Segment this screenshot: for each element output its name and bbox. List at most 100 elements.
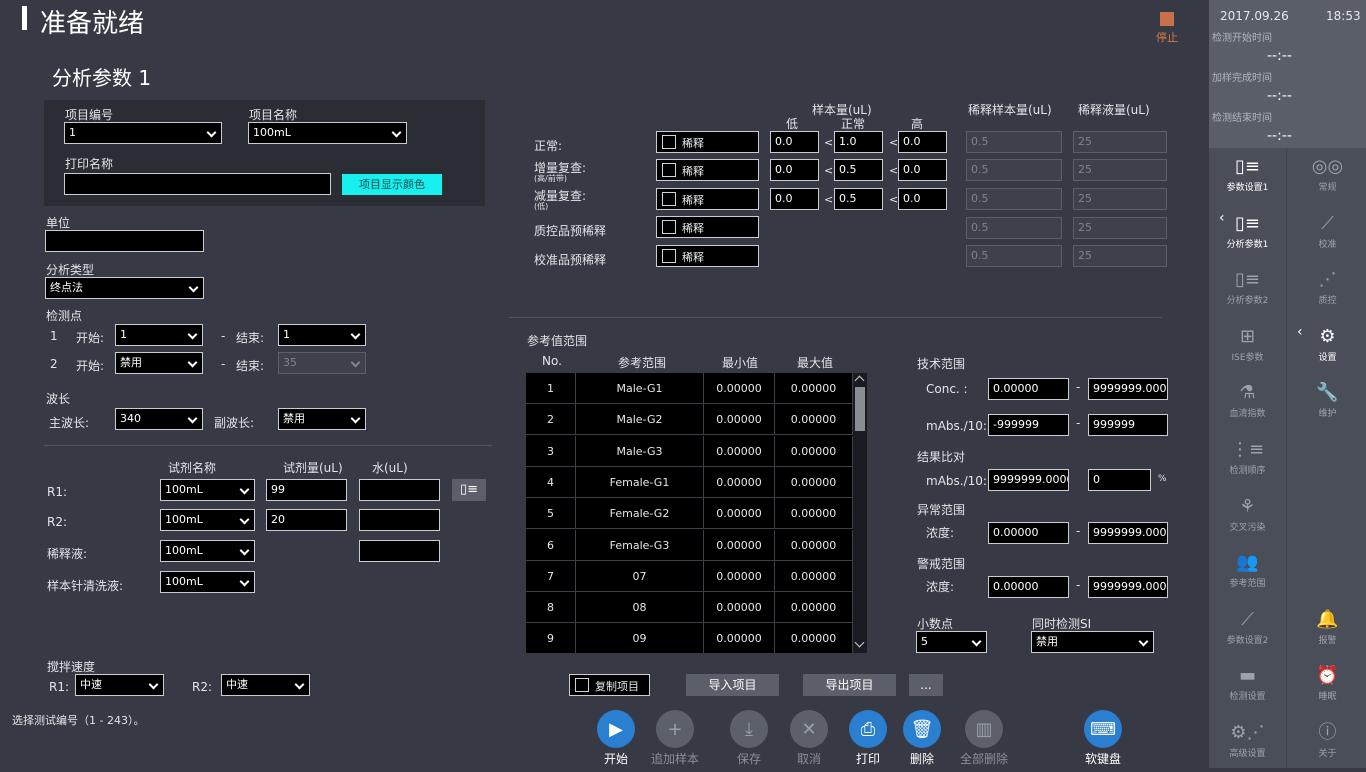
print-name-input[interactable]: [64, 173, 331, 195]
reagent-list-button[interactable]: ▯≡: [452, 479, 486, 501]
sidebar-item-qc[interactable]: ⋰ 质控: [1289, 263, 1366, 319]
normal-normal-input[interactable]: 1.0: [834, 131, 883, 153]
reference-range-icon: 👥: [1236, 552, 1259, 574]
stir-r1-select[interactable]: 中速: [75, 674, 164, 696]
main-wavelength-select[interactable]: 340: [115, 408, 203, 430]
table-row[interactable]: 5 Female-G2 0.00000 0.00000: [526, 498, 853, 530]
detection-row1-end-select[interactable]: 1: [278, 324, 366, 346]
sidebar-item-folder[interactable]: ▬ 检测设置: [1209, 659, 1286, 715]
add-sample-button[interactable]: + 追加样本: [645, 710, 705, 767]
project-name-select[interactable]: 100mL: [248, 122, 407, 144]
normal-low-input[interactable]: 0.0: [770, 131, 819, 153]
normal-dilute-toggle[interactable]: 稀释: [656, 131, 759, 153]
warning-min-input[interactable]: 0.00000: [988, 576, 1069, 598]
project-id-select[interactable]: 1: [64, 122, 222, 144]
sidebar-item-calibration[interactable]: ⟋ 校准: [1289, 207, 1366, 263]
sidebar-item-info[interactable]: ⓘ 关于: [1289, 716, 1366, 772]
project-id-label: 项目编号: [65, 108, 114, 122]
import-project-button[interactable]: 导入项目: [686, 674, 779, 696]
detection-row1-start-select[interactable]: 1: [115, 324, 203, 346]
conc-min-input[interactable]: 0.00000: [988, 378, 1069, 400]
delete-all-button[interactable]: ▥ 全部删除: [954, 710, 1014, 767]
cal-dilute-toggle[interactable]: 稀释: [656, 245, 759, 267]
increase-normal-input[interactable]: 0.5: [834, 159, 883, 181]
normal-high-input[interactable]: 0.0: [898, 131, 947, 153]
r2-water-input[interactable]: [359, 509, 440, 531]
sample-normal-header: 正常: [841, 117, 866, 131]
table-row[interactable]: 2 Male-G2 0.00000 0.00000: [526, 404, 853, 436]
delete-button[interactable]: 🗑 删除: [892, 710, 952, 767]
sidebar-item-ise[interactable]: ⊞ ISE参数: [1209, 320, 1286, 376]
unit-input[interactable]: [45, 230, 204, 252]
sidebar-item-blank: [1289, 546, 1366, 602]
print-button[interactable]: ⎙ 打印: [838, 710, 898, 767]
sidebar-item-label: 维护: [1318, 409, 1337, 420]
decrease-normal-input[interactable]: 0.5: [834, 188, 883, 210]
warning-max-input[interactable]: 9999999.00000: [1088, 576, 1168, 598]
mabs-min-input[interactable]: -999999: [988, 414, 1069, 436]
compare-value-input[interactable]: 9999999.00000: [988, 469, 1069, 491]
sidebar-item-analysis-params2[interactable]: ▯≡ 分析参数2: [1209, 263, 1286, 319]
probe-wash-select[interactable]: 100mL: [160, 571, 255, 593]
conc-max-input[interactable]: 9999999.00000: [1088, 378, 1168, 400]
sidebar-item-alarm[interactable]: 🔔 报警: [1289, 603, 1366, 659]
sidebar-item-cross-contamination[interactable]: ⚘ 交叉污染: [1209, 490, 1286, 546]
sidebar-item-order[interactable]: ⋮≡ 检测顺序: [1209, 433, 1286, 489]
cancel-button[interactable]: ✕ 取消: [779, 710, 839, 767]
sidebar-item-advanced[interactable]: ⚙⋰ 高级设置: [1209, 716, 1286, 772]
increase-high-input[interactable]: 0.0: [898, 159, 947, 181]
sidebar-item-params2[interactable]: ⟋ 参数设置2: [1209, 603, 1286, 659]
table-row[interactable]: 8 08 0.00000 0.00000: [526, 592, 853, 624]
keyboard-button[interactable]: ⌨ 软键盘: [1073, 710, 1133, 767]
stir-r2-select[interactable]: 中速: [221, 674, 310, 696]
sidebar-item-reference-range[interactable]: 👥 参考范围: [1209, 546, 1286, 602]
table-scrollbar[interactable]: [853, 373, 867, 653]
increase-dilute-toggle[interactable]: 稀释: [656, 159, 759, 181]
scroll-down-icon[interactable]: [854, 637, 865, 648]
table-row[interactable]: 9 09 0.00000 0.00000: [526, 623, 853, 653]
analysis-type-select[interactable]: 终点法: [45, 277, 204, 299]
sidebar-item-maintenance[interactable]: 🔧 维护: [1289, 376, 1366, 432]
abnormal-min-input[interactable]: 0.00000: [988, 522, 1069, 544]
status-message: 选择测试编号（1 - 243）。: [12, 714, 145, 727]
sidebar-item-params[interactable]: ▯≡ 参数设置1: [1209, 150, 1286, 206]
r2-reagent-select[interactable]: 100mL: [160, 509, 255, 531]
mabs-max-input[interactable]: 999999: [1088, 414, 1168, 436]
r2-amount-input[interactable]: 20: [266, 509, 347, 531]
table-row[interactable]: 1 Male-G1 0.00000 0.00000: [526, 373, 853, 404]
table-row[interactable]: 4 Female-G1 0.00000 0.00000: [526, 466, 853, 498]
copy-project-toggle[interactable]: 复制项目: [569, 674, 650, 696]
r1-amount-input[interactable]: 99: [266, 479, 347, 501]
table-row[interactable]: 7 07 0.00000 0.00000: [526, 560, 853, 592]
detection-row2-start-select[interactable]: 禁用: [115, 352, 203, 374]
increase-low-input[interactable]: 0.0: [770, 159, 819, 181]
decrease-high-input[interactable]: 0.0: [898, 188, 947, 210]
table-row[interactable]: 6 Female-G3 0.00000 0.00000: [526, 529, 853, 561]
sidebar-item-serum-index[interactable]: ⚗ 血清指数: [1209, 376, 1286, 432]
chevron-left-icon: ‹: [1297, 324, 1303, 340]
sidebar-item-sleep[interactable]: ⏰ 睡眠: [1289, 659, 1366, 715]
more-button[interactable]: ...: [909, 674, 943, 696]
decimal-select[interactable]: 5: [916, 631, 987, 653]
table-row[interactable]: 3 Male-G3 0.00000 0.00000: [526, 435, 853, 467]
diluent-select[interactable]: 100mL: [160, 540, 255, 562]
start-button[interactable]: ▶ 开始: [586, 710, 646, 767]
diluent-water-input[interactable]: [359, 540, 440, 562]
sub-wavelength-select[interactable]: 禁用: [278, 408, 366, 430]
abnormal-max-input[interactable]: 9999999.00000: [1088, 522, 1168, 544]
r1-reagent-select[interactable]: 100mL: [160, 479, 255, 501]
decrease-low-input[interactable]: 0.0: [770, 188, 819, 210]
stop-button[interactable]: 停止: [1152, 12, 1182, 45]
project-color-button[interactable]: 项目显示颜色: [342, 174, 442, 195]
trash-icon: 🗑: [903, 710, 941, 748]
decrease-dilute-toggle[interactable]: 稀释: [656, 188, 759, 210]
scroll-thumb[interactable]: [855, 387, 865, 431]
compare-percent-input[interactable]: 0: [1088, 469, 1151, 491]
save-button[interactable]: ⤓ 保存: [719, 710, 779, 767]
simultaneous-si-select[interactable]: 禁用: [1031, 631, 1154, 653]
sidebar-item-routine[interactable]: ◎◎ 常规: [1289, 150, 1366, 206]
qc-dilute-toggle[interactable]: 稀释: [656, 216, 759, 238]
scroll-up-icon[interactable]: [854, 375, 865, 386]
export-project-button[interactable]: 导出项目: [803, 674, 896, 696]
r1-water-input[interactable]: [359, 479, 440, 501]
